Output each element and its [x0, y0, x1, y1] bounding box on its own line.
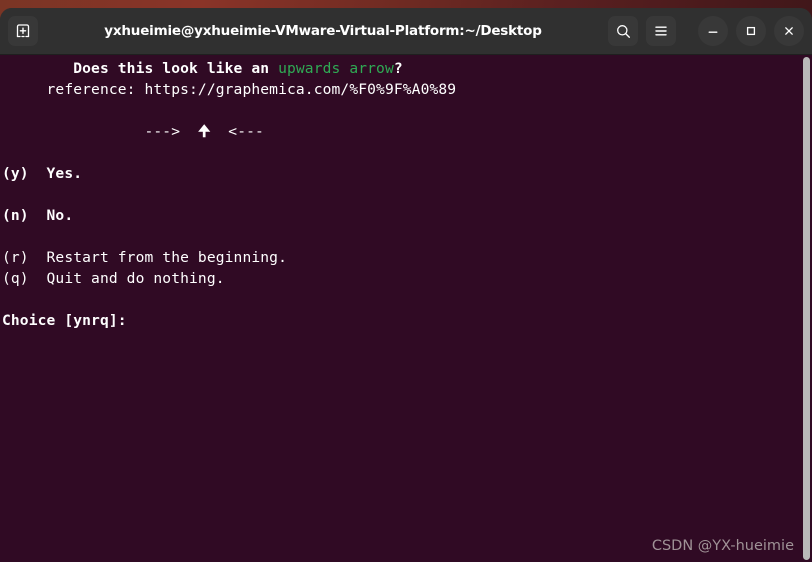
- new-tab-button[interactable]: [8, 16, 38, 46]
- upwards-arrow-icon: 🠉: [197, 122, 211, 140]
- close-icon: [785, 27, 793, 35]
- blank-line-5: [2, 289, 800, 310]
- terminal-scrollbar[interactable]: [800, 55, 812, 562]
- watermark-text: CSDN @YX-hueimie: [651, 538, 794, 554]
- blank-line-2: [2, 142, 800, 163]
- window-title: yxhueimie@yxhueimie-VMware-Virtual-Platf…: [104, 23, 542, 39]
- question-line-prefix: Does this look like an: [2, 60, 279, 77]
- terminal-output: Does this look like an upwards arrow? re…: [0, 55, 800, 331]
- arrow-line-right: <---: [210, 123, 264, 140]
- maximize-button[interactable]: [736, 16, 766, 46]
- terminal-body[interactable]: Does this look like an upwards arrow? re…: [0, 55, 812, 562]
- controls-spacer: [684, 31, 690, 32]
- window-titlebar[interactable]: yxhueimie@yxhueimie-VMware-Virtual-Platf…: [0, 8, 812, 55]
- option-quit[interactable]: (q) Quit and do nothing.: [2, 270, 225, 287]
- choice-prompt: Choice [ynrq]:: [2, 312, 127, 329]
- search-button[interactable]: [608, 16, 638, 46]
- close-button[interactable]: [774, 16, 804, 46]
- reference-line: reference: https://graphemica.com/%F0%9F…: [2, 81, 457, 98]
- minimize-icon: [708, 31, 718, 33]
- option-no[interactable]: (n) No.: [2, 207, 73, 224]
- option-yes[interactable]: (y) Yes.: [2, 165, 82, 182]
- minimize-button[interactable]: [698, 16, 728, 46]
- scrollbar-thumb[interactable]: [803, 57, 810, 560]
- option-restart[interactable]: (r) Restart from the beginning.: [2, 249, 287, 266]
- new-tab-icon: [16, 24, 30, 38]
- maximize-icon: [746, 26, 756, 36]
- blank-line-3: [2, 184, 800, 205]
- question-line-suffix: ?: [393, 60, 403, 77]
- blank-line-4: [2, 226, 800, 247]
- blank-line-1: [2, 100, 800, 121]
- titlebar-controls: [608, 16, 804, 46]
- hamburger-menu-icon: [655, 26, 667, 36]
- terminal-window: yxhueimie@yxhueimie-VMware-Virtual-Platf…: [0, 8, 812, 562]
- menu-button[interactable]: [646, 16, 676, 46]
- search-icon: [616, 24, 630, 38]
- question-line-highlight: upwards arrow: [278, 60, 394, 77]
- arrow-line-left: --->: [2, 123, 198, 140]
